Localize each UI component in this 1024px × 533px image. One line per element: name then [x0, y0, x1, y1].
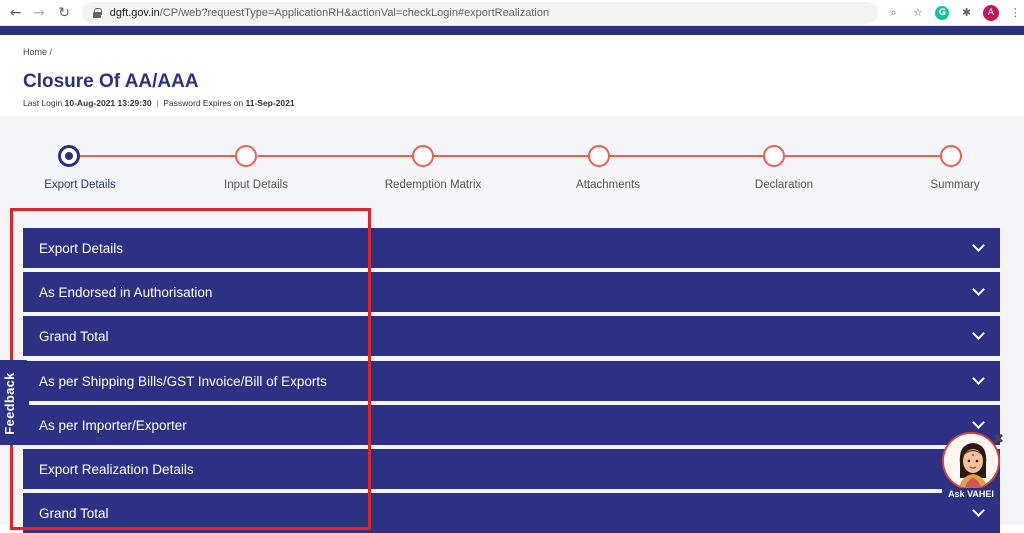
accordion-export-realization[interactable]: Export Realization Details [23, 449, 1000, 489]
site-header-band [0, 26, 1024, 35]
chatbot-avatar[interactable] [942, 432, 1000, 490]
step-input-details-marker[interactable] [235, 145, 257, 167]
lock-icon [92, 7, 102, 18]
accordion-label: As Endorsed in Authorisation [39, 284, 213, 300]
last-login-label: Last Login [23, 98, 63, 108]
accordion-label: As per Importer/Exporter [39, 417, 187, 433]
step-label-redemption-matrix[interactable]: Redemption Matrix [385, 179, 482, 191]
chevron-down-icon[interactable] [974, 287, 983, 296]
ask-vahei-label[interactable]: Ask VAHEI [942, 488, 1000, 501]
separator: | [153, 98, 161, 108]
address-bar[interactable]: dgft.gov.in/CP/web?requestType=Applicati… [81, 1, 878, 24]
chevron-down-icon[interactable] [974, 243, 983, 252]
step-connector [258, 155, 414, 157]
browser-toolbar: ← → ↻ dgft.gov.in/CP/web?requestType=App… [0, 0, 1024, 26]
active-dot-icon [65, 152, 73, 160]
accordion-grand-total[interactable]: Grand Total [23, 316, 1000, 356]
password-expiry-value: 11-Sep-2021 [245, 98, 295, 108]
accordion-label: Grand Total [39, 328, 109, 344]
step-redemption-matrix-marker[interactable] [412, 145, 434, 167]
step-connector [80, 155, 242, 157]
step-connector [784, 155, 940, 157]
accordion-label: Grand Total [39, 505, 109, 521]
accordion-label: As per Shipping Bills/GST Invoice/Bill o… [39, 373, 327, 389]
profile-button[interactable]: A [982, 4, 999, 22]
page-title: Closure Of AA/AAA [23, 71, 199, 92]
feedback-tab[interactable]: Feedback [0, 360, 29, 445]
step-export-details-marker[interactable] [58, 145, 80, 167]
step-label-summary[interactable]: Summary [930, 179, 979, 191]
main-content: Export Details Input Details Redemption … [0, 116, 1024, 533]
grammarly-icon: G [935, 5, 950, 20]
accordion-as-endorsed[interactable]: As Endorsed in Authorisation [23, 272, 1000, 312]
step-label-attachments[interactable]: Attachments [576, 179, 640, 191]
chevron-down-icon[interactable] [974, 376, 983, 385]
assistant-avatar-icon [944, 434, 998, 488]
step-declaration-marker[interactable] [763, 145, 785, 167]
profile-avatar: A [982, 4, 999, 21]
chevron-down-icon[interactable] [974, 331, 983, 340]
step-connector [610, 155, 764, 157]
reload-icon[interactable]: ↻ [55, 3, 74, 23]
menu-kebab-icon[interactable]: ⋮ [1007, 4, 1024, 22]
url-text: dgft.gov.in/CP/web?requestType=Applicati… [109, 6, 550, 19]
chevron-down-icon[interactable] [974, 420, 983, 429]
grammarly-extension[interactable]: G [934, 4, 951, 22]
breadcrumb[interactable]: Home / [23, 47, 52, 57]
bookmark-star-icon[interactable]: ☆ [909, 4, 926, 22]
step-connector [434, 155, 590, 157]
accordion-grand-total-2[interactable]: Grand Total [23, 493, 1000, 533]
accordion-label: Export Details [39, 240, 124, 256]
zoom-icon[interactable]: ⌕ [885, 4, 902, 22]
feedback-label: Feedback [2, 372, 17, 435]
accordion-shipping-bills[interactable]: As per Shipping Bills/GST Invoice/Bill o… [23, 361, 1000, 401]
last-login-info: Last Login 10-Aug-2021 13:29:30 | Passwo… [23, 98, 295, 108]
close-icon[interactable]: ✖ [993, 432, 1004, 447]
accordion-importer-exporter[interactable]: As per Importer/Exporter [23, 405, 1000, 445]
step-label-export-details[interactable]: Export Details [44, 179, 116, 191]
accordion-label: Export Realization Details [39, 461, 194, 477]
step-label-declaration[interactable]: Declaration [755, 179, 813, 191]
step-summary-marker[interactable] [940, 145, 962, 167]
chevron-down-icon[interactable] [974, 508, 983, 517]
forward-arrow-icon[interactable]: → [29, 3, 48, 23]
back-arrow-icon[interactable]: ← [6, 3, 25, 23]
extensions-puzzle-icon[interactable]: ✱ [958, 4, 975, 22]
ask-vahei-chatbot[interactable]: ✖ Ask VAHEI [940, 432, 1004, 502]
accordion-export-details[interactable]: Export Details [23, 228, 1000, 268]
step-attachments-marker[interactable] [588, 145, 610, 167]
last-login-value: 10-Aug-2021 13:29:30 [64, 98, 152, 108]
password-expiry-label: Password Expires on [163, 98, 244, 108]
step-label-input-details[interactable]: Input Details [224, 179, 288, 191]
